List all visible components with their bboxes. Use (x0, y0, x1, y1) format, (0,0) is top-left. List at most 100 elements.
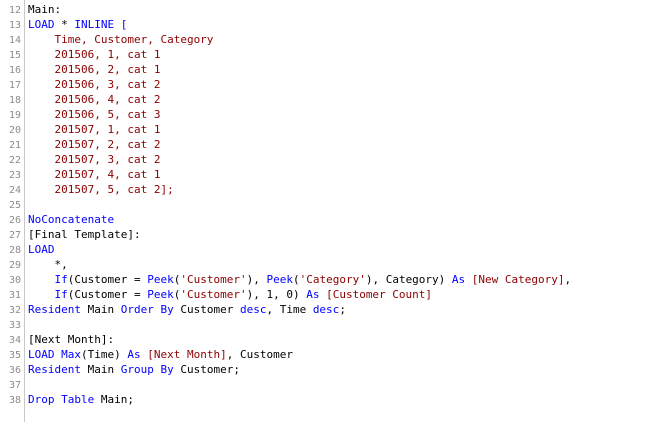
code-token: , (564, 273, 572, 286)
code-text: Resident Main Order By Customer desc, Ti… (28, 302, 346, 317)
code-token: NoConcatenate (28, 213, 115, 226)
code-line[interactable]: 25 (0, 197, 647, 212)
code-token: [Customer Count] (326, 288, 433, 301)
code-line[interactable]: 33 (0, 317, 647, 332)
line-number: 31 (8, 290, 21, 301)
line-number: 27 (8, 230, 21, 241)
line-number: 21 (8, 140, 21, 151)
code-line[interactable]: 13 LOAD * INLINE [ (0, 17, 647, 32)
code-token: (Time) (81, 348, 128, 361)
code-line[interactable]: 19 201506, 5, cat 3 (0, 107, 647, 122)
code-token: Order By (120, 303, 174, 316)
code-line[interactable]: 31 If(Customer = Peek('Customer'), 1, 0)… (0, 287, 647, 302)
code-token: 'Category' (299, 273, 366, 286)
code-line[interactable]: 32 Resident Main Order By Customer desc, … (0, 302, 647, 317)
code-token: Drop Table (28, 393, 95, 406)
code-text: NoConcatenate (28, 212, 114, 227)
code-token: 'Customer' (180, 273, 247, 286)
code-token: Group By (120, 363, 174, 376)
code-token: 201507, 2, cat 2 (28, 138, 161, 151)
code-token: LOAD (28, 243, 55, 256)
code-line[interactable]: 27 [Final Template]: (0, 227, 647, 242)
code-line[interactable]: 20 201507, 1, cat 1 (0, 122, 647, 137)
code-text: 201507, 5, cat 2]; (28, 182, 173, 197)
line-number: 19 (8, 110, 21, 121)
code-line[interactable]: 16 201506, 2, cat 1 (0, 62, 647, 77)
code-line[interactable]: 14 Time, Customer, Category (0, 32, 647, 47)
code-token: 'Customer' (180, 288, 247, 301)
code-token: ( (292, 273, 300, 286)
code-token: [Final Template]: (28, 228, 141, 241)
code-line[interactable]: 15 201506, 1, cat 1 (0, 47, 647, 62)
code-line[interactable]: 38 Drop Table Main; (0, 392, 647, 407)
line-number: 37 (8, 380, 21, 391)
code-line[interactable]: 24 201507, 5, cat 2]; (0, 182, 647, 197)
line-number: 14 (8, 35, 21, 46)
code-token: *, (28, 258, 68, 271)
code-line[interactable]: 30 If(Customer = Peek('Customer'), Peek(… (0, 272, 647, 287)
code-text: LOAD * INLINE [ (28, 17, 127, 32)
code-text: 201506, 1, cat 1 (28, 47, 160, 62)
code-line[interactable]: 37 (0, 377, 647, 392)
line-number: 16 (8, 65, 21, 76)
line-number: 12 (8, 5, 21, 16)
code-line[interactable]: 18 201506, 4, cat 2 (0, 92, 647, 107)
line-number: 18 (8, 95, 21, 106)
code-line[interactable]: 23 201507, 4, cat 1 (0, 167, 647, 182)
line-number: 15 (8, 50, 21, 61)
code-text: 201507, 4, cat 1 (28, 167, 160, 182)
code-text: 201507, 1, cat 1 (28, 122, 160, 137)
code-token: 201507, 3, cat 2 (28, 153, 161, 166)
code-token: 201506, 3, cat 2 (28, 78, 161, 91)
code-text: 201507, 2, cat 2 (28, 137, 160, 152)
code-text: If(Customer = Peek('Customer'), 1, 0) As… (28, 287, 433, 302)
code-line[interactable]: 12 Main: (0, 2, 647, 17)
code-line[interactable]: 29 *, (0, 257, 647, 272)
code-token: ), (246, 273, 267, 286)
code-token: 201506, 1, cat 1 (28, 48, 161, 61)
line-number: 33 (8, 320, 21, 331)
code-token: Main (80, 303, 121, 316)
code-line[interactable]: 34 [Next Month]: (0, 332, 647, 347)
code-token: [Next Month] (147, 348, 227, 361)
code-text: 201506, 2, cat 1 (28, 62, 160, 77)
code-token: Main; (94, 393, 134, 406)
code-token: [New Category] (471, 273, 565, 286)
line-number: 36 (8, 365, 21, 376)
code-line[interactable]: 36 Resident Main Group By Customer; (0, 362, 647, 377)
line-number: 29 (8, 260, 21, 271)
code-token: Peek (147, 288, 174, 301)
line-number: 35 (8, 350, 21, 361)
line-number: 20 (8, 125, 21, 136)
code-lines: 12 Main: 13 LOAD * INLINE [14 Time, Custome… (0, 2, 647, 407)
code-text: [Final Template]: (28, 227, 141, 242)
code-token: ; (339, 303, 346, 316)
code-line[interactable]: 22 201507, 3, cat 2 (0, 152, 647, 167)
code-token: As (451, 273, 466, 286)
code-line[interactable]: 35 LOAD Max(Time) As [Next Month], Custom… (0, 347, 647, 362)
code-text: 201506, 4, cat 2 (28, 92, 160, 107)
code-text: LOAD (28, 242, 55, 257)
code-token: As (127, 348, 141, 361)
code-text: Time, Customer, Category (28, 32, 213, 47)
code-token: Peek (147, 273, 174, 286)
code-line[interactable]: 17 201506, 3, cat 2 (0, 77, 647, 92)
code-line[interactable]: 21 201507, 2, cat 2 (0, 137, 647, 152)
code-token: 201506, 5, cat 3 (28, 108, 161, 121)
line-number: 32 (8, 305, 21, 316)
code-text: 201507, 3, cat 2 (28, 152, 160, 167)
code-token: If (54, 288, 68, 301)
code-token: Main (80, 363, 121, 376)
code-line[interactable]: 26 NoConcatenate (0, 212, 647, 227)
code-token: If (54, 273, 68, 286)
code-token: 201506, 2, cat 1 (28, 63, 161, 76)
script-editor[interactable]: 12 Main: 13 LOAD * INLINE [14 Time, Custome… (0, 0, 647, 422)
code-line[interactable]: 28 LOAD (0, 242, 647, 257)
code-token: (Customer = (67, 273, 148, 286)
line-number: 30 (8, 275, 21, 286)
code-token: INLINE [ (74, 18, 128, 31)
code-token: Resident (28, 303, 81, 316)
